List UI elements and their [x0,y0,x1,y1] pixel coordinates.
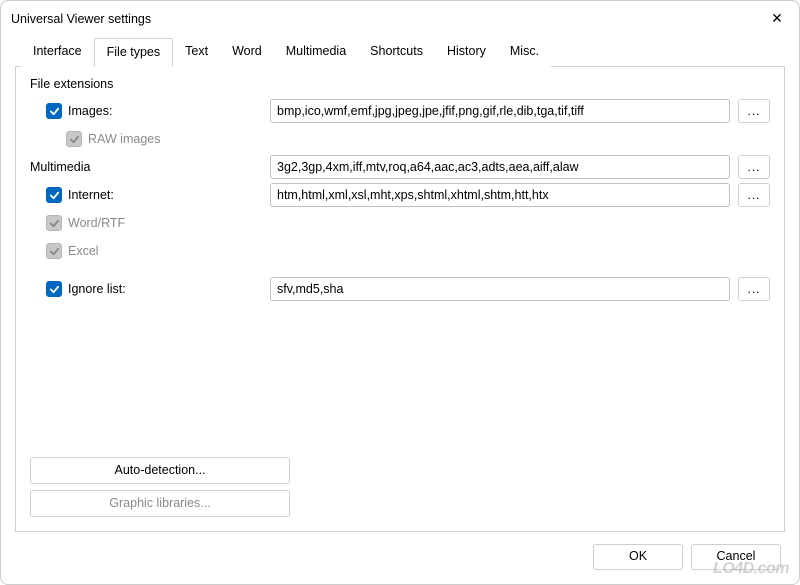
window-title: Universal Viewer settings [11,12,151,26]
settings-window: Universal Viewer settings ✕ Interface Fi… [0,0,800,585]
tab-multimedia[interactable]: Multimedia [274,38,358,67]
bottom-button-stack: Auto-detection... Graphic libraries... [30,447,290,517]
row-ignore-list: Ignore list: ... [30,275,770,303]
browse-ignore-list-button[interactable]: ... [738,277,770,301]
row-images: Images: ... [30,97,770,125]
input-multimedia[interactable] [270,155,730,179]
label-ignore-list: Ignore list: [68,282,126,296]
tab-file-types[interactable]: File types [94,38,174,67]
label-multimedia: Multimedia [30,160,90,174]
checkbox-excel [46,243,62,259]
input-internet[interactable] [270,183,730,207]
row-multimedia: Multimedia ... [30,153,770,181]
section-file-extensions: File extensions [30,77,770,91]
row-internet: Internet: ... [30,181,770,209]
label-word-rtf: Word/RTF [68,216,125,230]
row-word-rtf: Word/RTF [30,209,770,237]
checkbox-images[interactable] [46,103,62,119]
browse-internet-button[interactable]: ... [738,183,770,207]
dialog-footer: OK Cancel [1,532,799,584]
tab-misc[interactable]: Misc. [498,38,551,67]
checkbox-word-rtf [46,215,62,231]
label-internet: Internet: [68,188,114,202]
tab-bar: Interface File types Text Word Multimedi… [15,37,785,67]
tab-word[interactable]: Word [220,38,274,67]
tab-interface[interactable]: Interface [21,38,94,67]
tab-shortcuts[interactable]: Shortcuts [358,38,435,67]
ok-button[interactable]: OK [593,544,683,570]
browse-images-button[interactable]: ... [738,99,770,123]
browse-multimedia-button[interactable]: ... [738,155,770,179]
checkbox-internet[interactable] [46,187,62,203]
graphic-libraries-button: Graphic libraries... [30,490,290,517]
content-area: Interface File types Text Word Multimedi… [1,33,799,532]
titlebar: Universal Viewer settings ✕ [1,1,799,33]
close-icon[interactable]: ✕ [767,9,787,29]
checkbox-raw-images [66,131,82,147]
tab-panel-file-types: File extensions Images: ... RAW images [15,67,785,532]
row-excel: Excel [30,237,770,265]
input-ignore-list[interactable] [270,277,730,301]
label-raw-images: RAW images [88,132,160,146]
label-images: Images: [68,104,112,118]
cancel-button[interactable]: Cancel [691,544,781,570]
tab-history[interactable]: History [435,38,498,67]
row-raw-images: RAW images [30,125,770,153]
auto-detection-button[interactable]: Auto-detection... [30,457,290,484]
checkbox-ignore-list[interactable] [46,281,62,297]
input-images[interactable] [270,99,730,123]
label-excel: Excel [68,244,99,258]
tab-text[interactable]: Text [173,38,220,67]
